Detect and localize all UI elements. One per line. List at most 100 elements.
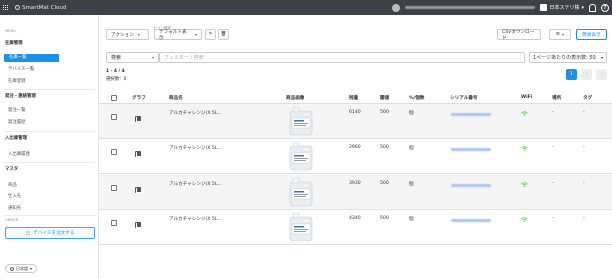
view-select[interactable]: デフォルト表示 ▾ (154, 29, 202, 41)
menu-heading: MENU (5, 29, 16, 33)
threshold-value: 500 (380, 145, 389, 150)
next-page-button[interactable]: › (596, 69, 607, 80)
col-remaining[interactable]: 残量 (349, 95, 358, 101)
wifi-icon (521, 146, 528, 151)
delete-view-button[interactable]: 🗑 (218, 29, 229, 40)
language-label: 日本語 (16, 265, 28, 271)
chevron-down-icon: ▾ (581, 4, 584, 11)
table-row[interactable]: アルカチャレンジ(X 5L... 3930 500 個 - - (99, 175, 612, 210)
chevron-down-icon: ▾ (562, 32, 565, 37)
top-bar: SmartMat Cloud 日本ステリ株 ▾ ? (0, 0, 612, 15)
action-label: アクション (111, 32, 134, 38)
group-stock-io: 入出庫管理 (5, 136, 27, 141)
serial-number-redacted[interactable] (451, 113, 491, 116)
chart-icon[interactable] (135, 187, 141, 193)
tag-value: - (583, 216, 585, 221)
row-checkbox[interactable] (111, 149, 117, 155)
product-name[interactable]: アルカチャレンジ(X 5L... (169, 216, 222, 222)
row-checkbox[interactable] (111, 114, 117, 120)
order-device-button[interactable]: 🛒 デバイスを注文する (5, 227, 95, 239)
settings-dropdown[interactable]: ⚙ ▾ (549, 29, 571, 40)
unit-value: 個 (409, 146, 414, 151)
col-product-name[interactable]: 商品名 (169, 95, 183, 101)
table-row[interactable]: アルカチャレンジ(X 5L... 2960 500 個 - - (99, 139, 612, 174)
sidebar-item-inventory-register[interactable]: 在庫登録 (8, 78, 26, 84)
col-product-image: 商品画像 (286, 96, 305, 101)
col-serial[interactable]: シリアル番号 (450, 95, 478, 101)
chart-icon[interactable] (135, 116, 141, 122)
page-1-button[interactable]: 1 (566, 69, 577, 80)
brand-logo[interactable]: SmartMat Cloud (15, 5, 66, 11)
sidebar-item-stock-io-history[interactable]: 入出庫履歴 (8, 151, 30, 157)
group-master: マスタ (5, 167, 19, 172)
edit-view-button[interactable]: ✎ (205, 29, 216, 40)
col-location[interactable]: 場所 (552, 95, 561, 101)
search-field-select[interactable]: 検索 ▾ (106, 52, 159, 63)
location-value: - (552, 181, 554, 186)
product-name[interactable]: アルカチャレンジ(X 5L... (169, 110, 222, 116)
col-wifi[interactable]: WiFi (521, 95, 532, 100)
order-heading: ORDER (5, 218, 19, 222)
app-grid-icon[interactable] (3, 4, 9, 11)
remaining-value: 6140 (349, 110, 361, 115)
wifi-icon (521, 182, 528, 187)
action-dropdown[interactable]: アクション ▾ (106, 29, 149, 40)
table-row[interactable]: アルカチャレンジ(X 5L... 6140 500 個 - - (99, 104, 612, 139)
view-select-value: デフォルト表示 (159, 29, 187, 41)
col-tag[interactable]: タグ (583, 95, 592, 101)
sidebar-item-inventory-list[interactable]: 在庫一覧 (4, 54, 59, 62)
building-icon (540, 4, 548, 11)
user-avatar-icon[interactable] (392, 3, 401, 12)
unit-value: 個 (409, 111, 414, 116)
tenant-selector[interactable]: 日本ステリ株 ▾ (540, 4, 584, 11)
location-value: - (552, 216, 554, 221)
serial-number-redacted[interactable] (451, 148, 491, 151)
chart-icon[interactable] (135, 222, 141, 228)
sidebar: MENU 在庫管理 在庫一覧 デバイス一覧 在庫登録 発注・連絡管理 発注一覧 … (0, 15, 99, 279)
product-image (289, 212, 313, 242)
wifi-icon (521, 111, 528, 116)
product-image (289, 177, 313, 207)
select-all-checkbox[interactable] (111, 95, 117, 101)
chevron-down-icon: ▾ (600, 55, 603, 60)
product-name[interactable]: アルカチャレンジ(X 5L... (169, 181, 222, 187)
threshold-value: 500 (380, 181, 389, 186)
per-page-value: 1ページあたりの表示数: 50 (533, 55, 596, 61)
remaining-value: 4340 (349, 216, 361, 221)
sidebar-item-products[interactable]: 商品 (8, 182, 17, 188)
help-icon[interactable]: ? (601, 3, 609, 12)
simple-view-button[interactable]: 簡易表示 (576, 29, 607, 40)
sidebar-item-suppliers[interactable]: 仕入先 (8, 193, 21, 199)
serial-number-redacted[interactable] (451, 219, 491, 222)
main-content: アクション ▾ ビュー設定 デフォルト表示 ▾ ✎ 🗑 CSVダウンロード ⚙ … (99, 15, 612, 279)
sidebar-item-order-list[interactable]: 発注一覧 (8, 107, 26, 113)
smartmat-logo-icon (15, 5, 20, 10)
product-name[interactable]: アルカチャレンジ(X 5L... (169, 145, 222, 151)
col-graph[interactable]: グラフ (132, 95, 146, 101)
tenant-name: 日本ステリ株 (549, 5, 580, 11)
cart-icon: 🛒 (25, 230, 32, 236)
tag-value: - (583, 181, 585, 186)
chevron-down-icon: ▾ (137, 32, 140, 37)
chart-icon[interactable] (135, 151, 141, 157)
chevron-right-icon: › (600, 72, 603, 77)
unit-value: 個 (409, 217, 414, 222)
language-selector[interactable]: 日本語 ▾ (5, 264, 38, 273)
table-row[interactable]: アルカチャレンジ(X 5L... 4340 500 個 - - (99, 210, 612, 245)
sidebar-item-device-list[interactable]: デバイス一覧 (8, 66, 34, 72)
row-checkbox[interactable] (111, 220, 117, 226)
sidebar-item-notify-targets[interactable]: 通知先 (8, 205, 21, 211)
wifi-icon (521, 217, 528, 222)
serial-number-redacted[interactable] (451, 184, 491, 187)
col-unit[interactable]: %/個数 (409, 95, 424, 101)
per-page-select[interactable]: 1ページあたりの表示数: 50 ▾ (529, 52, 607, 63)
prev-page-button[interactable]: ‹ (581, 69, 592, 80)
search-input[interactable]: フィルター / 検索 (159, 52, 525, 63)
col-threshold[interactable]: 閾値 (380, 95, 389, 101)
bell-icon[interactable] (589, 3, 596, 12)
user-email-redacted[interactable] (405, 6, 536, 9)
divider (4, 131, 95, 132)
sidebar-item-order-history[interactable]: 発注履歴 (8, 119, 26, 125)
csv-download-button[interactable]: CSVダウンロード (497, 29, 541, 41)
row-checkbox[interactable] (111, 185, 117, 191)
